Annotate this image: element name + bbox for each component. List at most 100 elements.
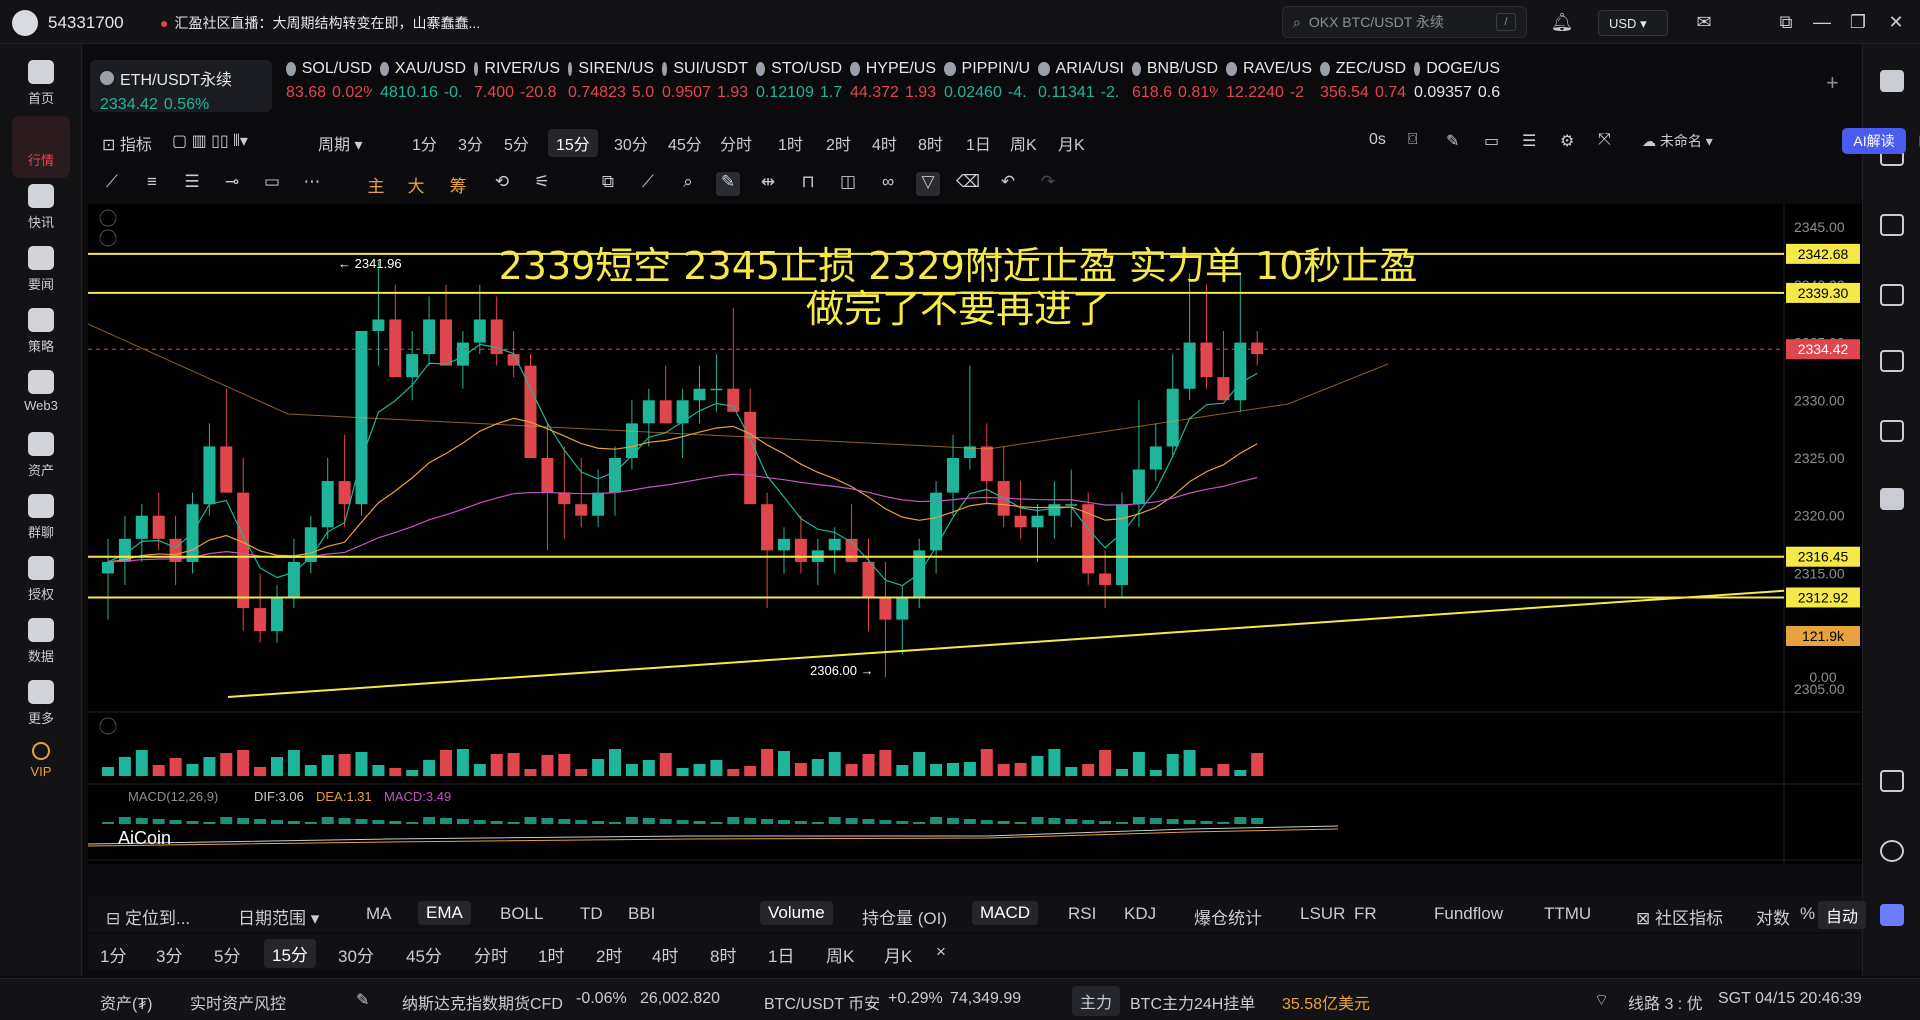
bottom-interval-8[interactable]: 2时 (596, 942, 622, 967)
layout-icon[interactable] (1880, 70, 1904, 92)
date-range-button[interactable]: 日期范围 ▾ (238, 904, 319, 929)
trendline-icon[interactable]: ⟋ (100, 172, 124, 196)
minimize-icon[interactable]: — (1810, 11, 1834, 33)
interval-11[interactable]: 1日 (966, 131, 991, 155)
zoom-icon[interactable]: ⌕ (676, 172, 700, 196)
bottom-interval-9[interactable]: 4时 (652, 942, 678, 967)
close-intervals-icon[interactable]: × (936, 942, 946, 962)
interval-10[interactable]: 8时 (918, 131, 943, 155)
sidebar-item-9[interactable]: 数据 (0, 610, 82, 680)
etf-icon[interactable] (1880, 420, 1904, 442)
bottom-interval-10[interactable]: 8时 (710, 942, 736, 967)
interval-8[interactable]: 2时 (826, 131, 851, 155)
sub-indicator-3[interactable]: RSI (1068, 904, 1096, 924)
candlestick-chart[interactable]: 2345.002340.002335.002330.002325.002320.… (87, 204, 1862, 886)
assistant-icon[interactable] (1880, 904, 1904, 926)
help-icon[interactable] (1880, 840, 1904, 862)
ticker-tab[interactable]: DOGE/US 0.09357 0.6 (1414, 60, 1500, 112)
interval-2[interactable]: 5分 (504, 131, 529, 155)
indicators-button[interactable]: ⊡ 指标 (102, 131, 152, 155)
sub-indicator-4[interactable]: KDJ (1124, 904, 1156, 924)
bottom-interval-5[interactable]: 45分 (406, 942, 442, 967)
user-info[interactable]: 54331700 (12, 10, 124, 36)
chart-type-icons[interactable]: ▢ ▥ ▯▯ ⫴▾ (172, 131, 248, 151)
chip-toggle[interactable]: 筹 (446, 172, 470, 196)
bottom-interval-12[interactable]: 周K (826, 942, 854, 967)
interval-12[interactable]: 周K (1010, 131, 1037, 155)
edit-icon[interactable]: ✎ (356, 990, 369, 1010)
brush-icon[interactable]: ✎ (716, 172, 740, 196)
sub-indicator-8[interactable]: Fundflow (1434, 904, 1503, 924)
visibility-icon[interactable]: ◫ (836, 172, 860, 196)
sidebar-item-6[interactable]: 资产 (0, 424, 82, 494)
interval-7[interactable]: 1时 (778, 131, 803, 155)
dollar-icon[interactable] (1880, 214, 1904, 236)
measure-icon[interactable]: ⇹ (756, 172, 780, 196)
ticker-tab[interactable]: STO/USD 0.12109 1.7 (756, 60, 842, 112)
horizontal-ray-icon[interactable]: ⊸ (220, 172, 244, 196)
chart-area[interactable]: 2345.002340.002335.002330.002325.002320.… (87, 204, 1862, 886)
settings-icon[interactable]: ⚙ (1560, 131, 1574, 151)
ticker-tab[interactable]: ZEC/USD 356.54 0.74 (1320, 60, 1406, 112)
btc-label[interactable]: BTC/USDT 币安 (764, 990, 880, 1014)
interval-0[interactable]: 1分 (412, 131, 437, 155)
bottom-interval-13[interactable]: 月K (884, 942, 912, 967)
bottom-interval-11[interactable]: 1日 (768, 942, 794, 967)
main-indicator-0[interactable]: MA (366, 904, 392, 924)
bottom-interval-0[interactable]: 1分 (100, 942, 126, 967)
robot-icon[interactable] (1880, 488, 1904, 510)
panel-icon[interactable] (1880, 770, 1904, 792)
sidebar-item-2[interactable]: 快讯 (0, 176, 82, 246)
news-ticker[interactable]: ● 汇盈社区直播：大周期结构转变在即，山寨蠢蠢... (160, 13, 480, 33)
maximize-icon[interactable]: ❐ (1846, 11, 1870, 33)
popout-icon[interactable]: ⧉ (1774, 11, 1798, 33)
risk-control-link[interactable]: 实时资产风控 (190, 990, 286, 1014)
main-indicator-4[interactable]: BBI (628, 904, 655, 924)
more-tools-icon[interactable]: ⋯ (300, 172, 324, 196)
sub-indicator-5[interactable]: 爆仓统计 (1194, 904, 1262, 929)
ticker-tab[interactable]: ARIA/USI 0.11341 -2. (1038, 60, 1124, 112)
search-input[interactable]: ⌕ OKX BTC/USDT 永续 / (1282, 6, 1527, 38)
link-icon[interactable]: ∞ (876, 172, 900, 196)
interval-9[interactable]: 4时 (872, 131, 897, 155)
sidebar-item-5[interactable]: Web3 (0, 362, 82, 432)
ticker-tab[interactable]: SUI/USDT 0.9507 1.93 (662, 60, 748, 112)
rectangle-icon[interactable]: ▭ (260, 172, 284, 196)
layout-name-select[interactable]: ☁ 未命名 ▾ (1642, 131, 1713, 151)
sub-indicator-6[interactable]: LSUR (1300, 904, 1345, 924)
main-indicator-1[interactable]: EMA (418, 901, 471, 925)
interval-4[interactable]: 30分 (614, 131, 648, 155)
sidebar-item-7[interactable]: 群聊 (0, 486, 82, 556)
trash-icon[interactable]: ⌫ (956, 172, 980, 196)
bottom-interval-4[interactable]: 30分 (338, 942, 374, 967)
sub-indicator-2[interactable]: MACD (972, 901, 1039, 925)
close-icon[interactable]: ✕ (1884, 11, 1908, 33)
ticker-tab[interactable]: SOL/USD 83.68 0.02% (286, 60, 372, 112)
add-tab-icon[interactable]: + (1826, 70, 1839, 96)
magnet-icon[interactable]: ⚟ (530, 172, 554, 196)
ai-interpret-button[interactable]: AI解读 (1842, 128, 1906, 154)
route-status[interactable]: 线路 3 : 优 (1628, 990, 1703, 1014)
lock-icon[interactable]: ⊓ (796, 172, 820, 196)
sub-indicator-9[interactable]: TTMU (1544, 904, 1591, 924)
interval-5[interactable]: 45分 (668, 131, 702, 155)
sidebar-item-3[interactable]: 要闻 (0, 238, 82, 308)
ticker-tab[interactable]: XAU/USD 4810.16 -0. (380, 60, 466, 112)
sub-indicator-7[interactable]: FR (1354, 904, 1377, 924)
copy-icon[interactable]: ⧉ (596, 172, 620, 196)
ticker-tab[interactable]: RIVER/US 7.400 -20.8 (474, 60, 560, 112)
sub-indicator-0[interactable]: Volume (760, 901, 833, 925)
asset-label[interactable]: 资产(₮) (100, 990, 152, 1014)
sidebar-item-1[interactable]: 行情 (0, 114, 82, 184)
avatar[interactable] (12, 10, 38, 36)
fullscreen-icon[interactable]: ⤧ (1598, 131, 1611, 149)
main-indicator-3[interactable]: TD (580, 904, 603, 924)
interval-1[interactable]: 3分 (458, 131, 483, 155)
bottom-interval-7[interactable]: 1时 (538, 942, 564, 967)
parallel-lines-icon[interactable]: ≡ (140, 172, 164, 196)
horizontal-lines-icon[interactable]: ☰ (180, 172, 204, 196)
news-text[interactable]: 汇盈社区直播：大周期结构转变在即，山寨蠢蠢... (174, 15, 480, 31)
redo-icon[interactable]: ↷ (1036, 172, 1060, 196)
interval-6[interactable]: 分时 (720, 131, 752, 155)
ticker-tab[interactable]: ETH/USDT永续 2334.42 0.56% (90, 60, 272, 113)
